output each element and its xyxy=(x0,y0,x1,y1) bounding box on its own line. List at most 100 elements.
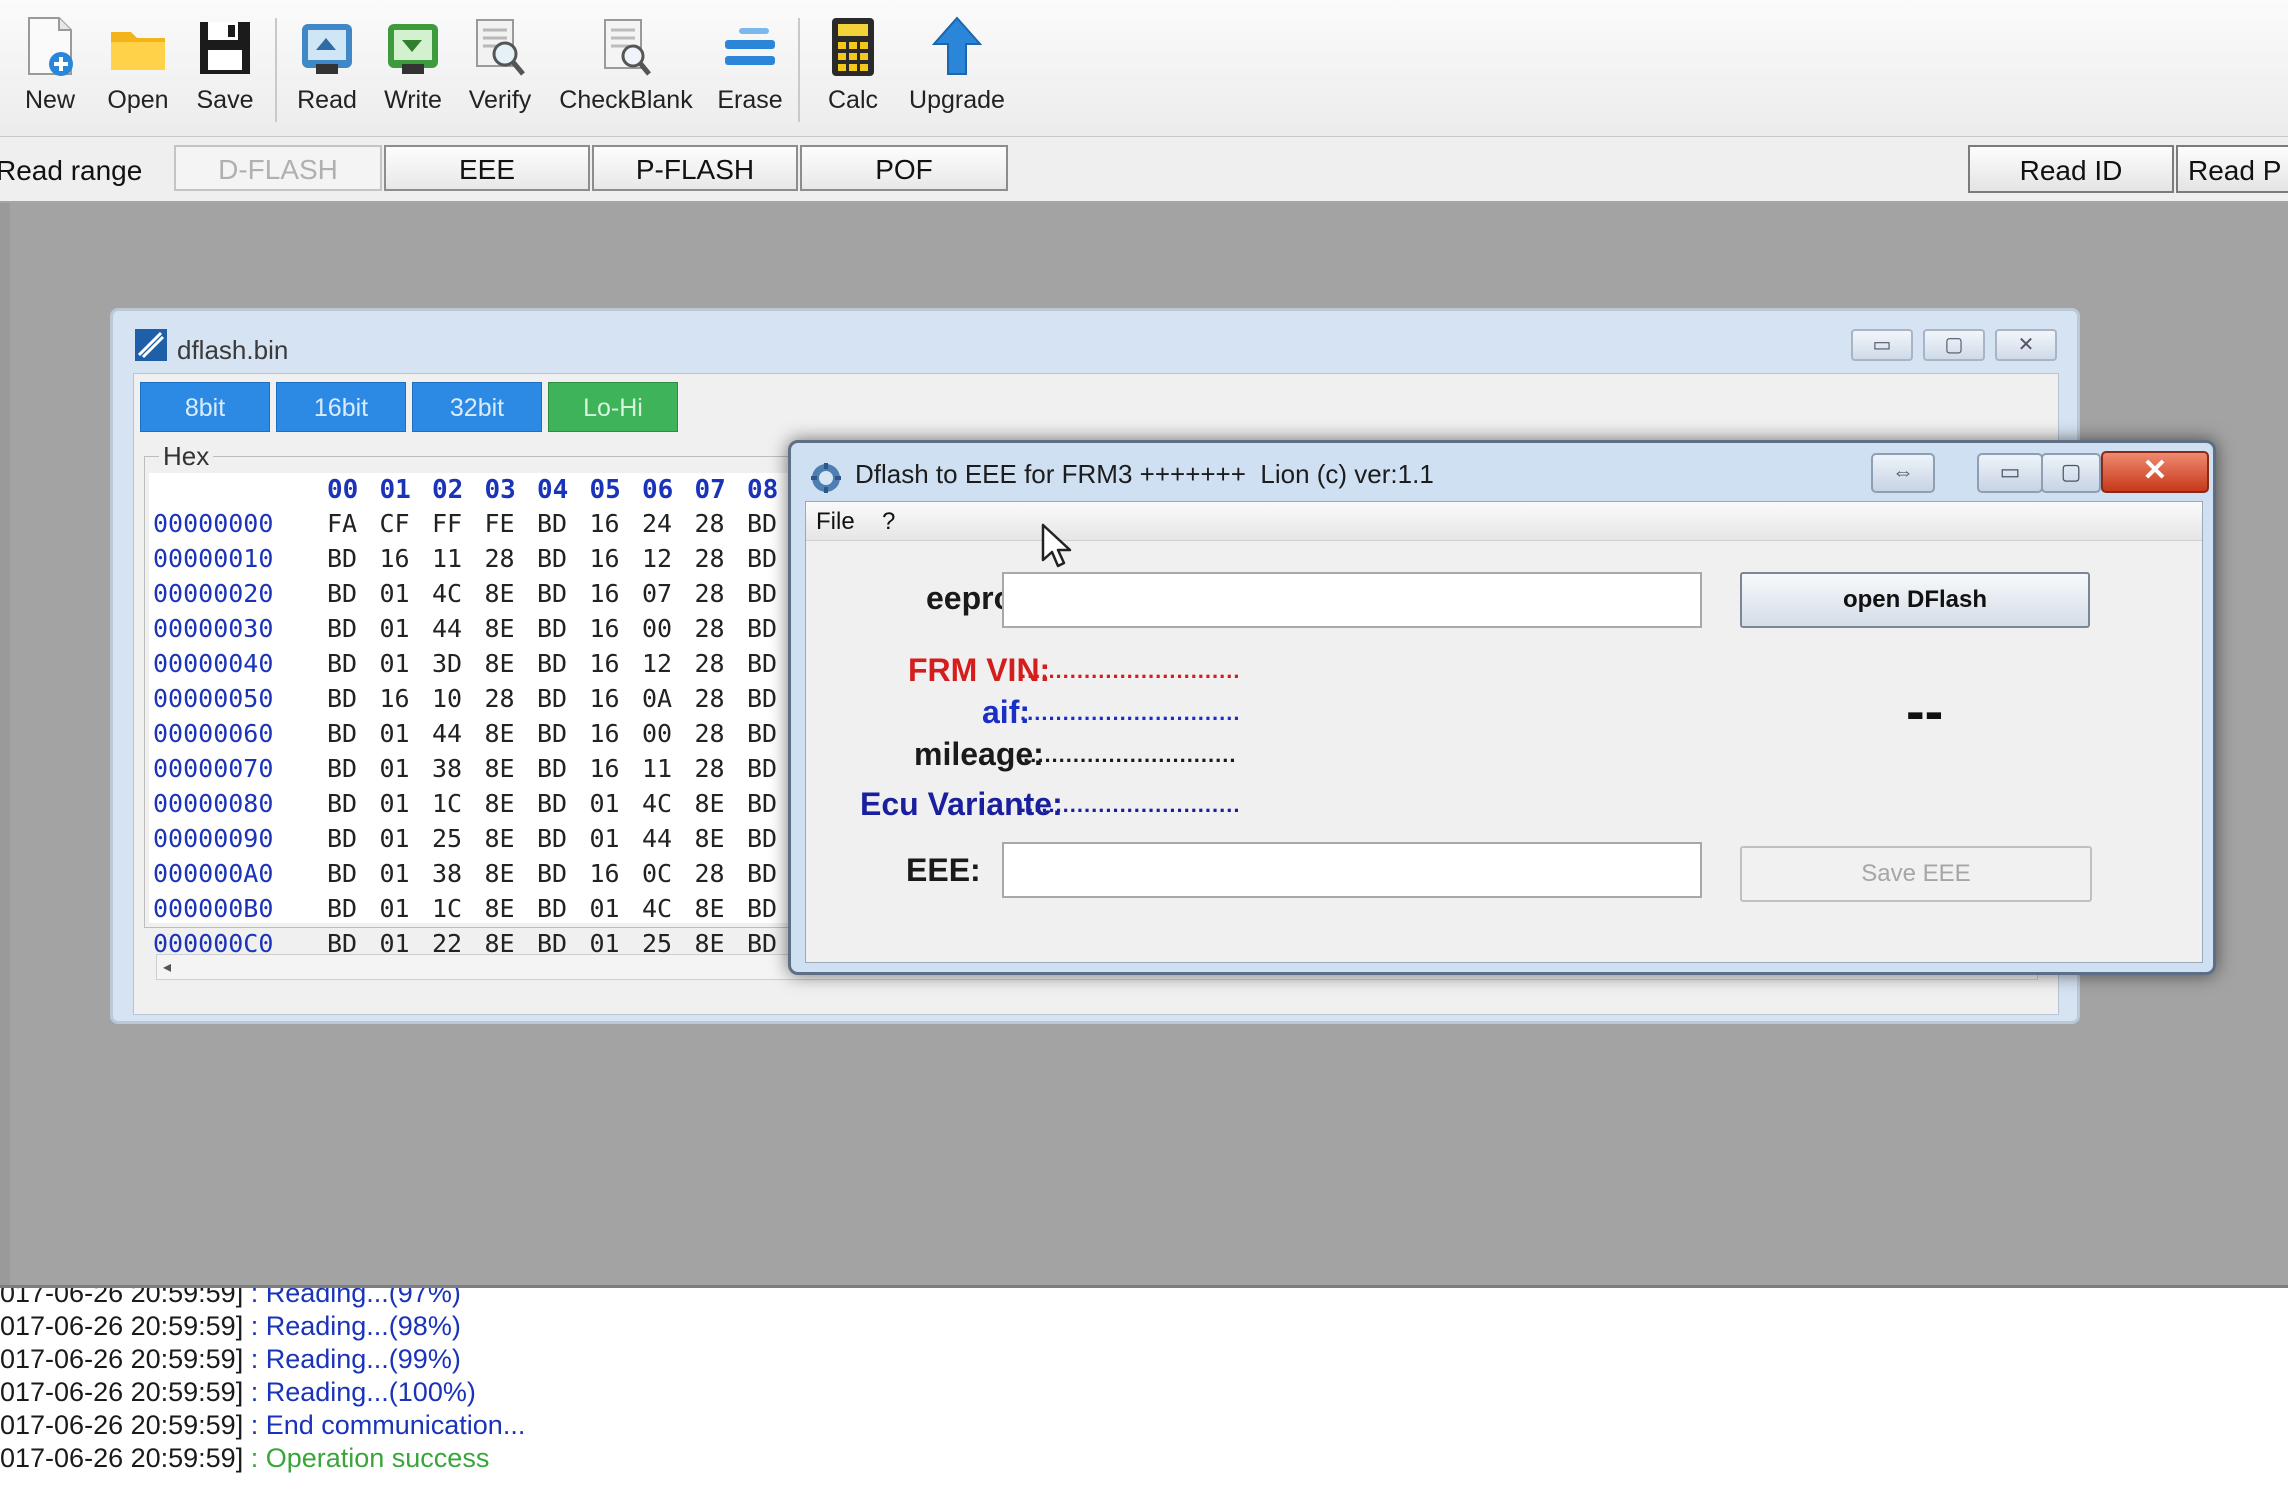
tab-d-flash[interactable]: D-FLASH xyxy=(174,145,382,191)
hex-byte[interactable]: BD xyxy=(537,544,567,573)
hex-byte[interactable]: 4C xyxy=(642,789,672,818)
hex-byte[interactable]: BD xyxy=(747,754,777,783)
upgrade-button[interactable]: Upgrade xyxy=(904,14,1010,126)
hex-byte[interactable]: 11 xyxy=(642,754,672,783)
hex-byte[interactable]: 28 xyxy=(695,754,725,783)
hex-byte[interactable]: 16 xyxy=(380,544,410,573)
tab-eee[interactable]: EEE xyxy=(384,145,590,191)
verify-button[interactable]: Verify xyxy=(460,14,540,126)
hex-byte[interactable]: 16 xyxy=(590,614,620,643)
hex-byte[interactable]: BD xyxy=(537,754,567,783)
checkblank-button[interactable]: CheckBlank xyxy=(556,14,696,126)
open-button[interactable]: Open xyxy=(100,14,176,126)
hex-byte[interactable]: 16 xyxy=(590,754,620,783)
hex-byte[interactable]: BD xyxy=(747,544,777,573)
hex-byte[interactable]: 0C xyxy=(642,859,672,888)
hex-byte[interactable]: 28 xyxy=(485,544,515,573)
erase-button[interactable]: Erase xyxy=(712,14,788,126)
hex-byte[interactable]: BD xyxy=(537,684,567,713)
hex-byte[interactable]: BD xyxy=(327,789,357,818)
hex-byte[interactable]: 28 xyxy=(695,544,725,573)
dflash-to-eee-dialog[interactable]: Dflash to EEE for FRM3 +++++++ Lion (c) … xyxy=(788,440,2216,975)
hex-byte[interactable]: FA xyxy=(327,509,357,538)
hex-byte[interactable]: 12 xyxy=(642,649,672,678)
hex-byte[interactable]: BD xyxy=(537,894,567,923)
hex-byte[interactable]: FF xyxy=(432,509,462,538)
hex-byte[interactable]: BD xyxy=(327,754,357,783)
hex-byte[interactable]: 01 xyxy=(380,789,410,818)
hex-byte[interactable]: 8E xyxy=(485,824,515,853)
hex-byte[interactable]: 8E xyxy=(485,894,515,923)
hex-byte[interactable]: 44 xyxy=(642,824,672,853)
hex-byte[interactable]: 11 xyxy=(432,544,462,573)
hex-byte[interactable]: FE xyxy=(485,509,515,538)
hex-byte[interactable]: 44 xyxy=(432,614,462,643)
hex-byte[interactable]: 38 xyxy=(432,754,462,783)
hex-byte[interactable]: 01 xyxy=(380,614,410,643)
hex-byte[interactable]: 8E xyxy=(695,894,725,923)
hex-byte[interactable]: 8E xyxy=(485,649,515,678)
hex-byte[interactable]: 00 xyxy=(642,614,672,643)
hex-byte[interactable]: 8E xyxy=(695,824,725,853)
hex-byte[interactable]: 4C xyxy=(432,579,462,608)
tab-p-flash[interactable]: P-FLASH xyxy=(592,145,798,191)
hex-byte[interactable]: 12 xyxy=(642,544,672,573)
hex-byte[interactable]: 8E xyxy=(485,719,515,748)
mode-16bit-button[interactable]: 16bit xyxy=(276,382,406,432)
hex-byte[interactable]: 8E xyxy=(485,859,515,888)
hex-byte[interactable]: CF xyxy=(380,509,410,538)
hex-byte[interactable]: BD xyxy=(327,579,357,608)
eeprom-input[interactable] xyxy=(1002,572,1702,628)
hex-byte[interactable]: BD xyxy=(327,614,357,643)
hex-byte[interactable]: BD xyxy=(327,544,357,573)
menu-file[interactable]: File xyxy=(816,508,855,536)
hex-byte[interactable]: BD xyxy=(537,649,567,678)
hex-byte[interactable]: BD xyxy=(747,579,777,608)
hex-byte[interactable]: 25 xyxy=(432,824,462,853)
hex-byte[interactable]: 28 xyxy=(695,509,725,538)
hex-byte[interactable]: 01 xyxy=(380,649,410,678)
hex-byte[interactable]: 00 xyxy=(642,719,672,748)
hex-byte[interactable]: BD xyxy=(747,789,777,818)
restore-button[interactable]: ⇔ xyxy=(1871,453,1935,493)
hex-byte[interactable]: 8E xyxy=(485,579,515,608)
hex-byte[interactable]: BD xyxy=(537,509,567,538)
hex-byte[interactable]: 16 xyxy=(590,859,620,888)
scroll-left-arrow-icon[interactable]: ◂ xyxy=(163,957,171,977)
hex-byte[interactable]: 01 xyxy=(590,789,620,818)
hex-byte[interactable]: 3D xyxy=(432,649,462,678)
hex-byte[interactable]: 1C xyxy=(432,894,462,923)
mode-8bit-button[interactable]: 8bit xyxy=(140,382,270,432)
hex-byte[interactable]: 28 xyxy=(695,684,725,713)
hex-byte[interactable]: 01 xyxy=(380,579,410,608)
hex-byte[interactable]: BD xyxy=(747,649,777,678)
hex-byte[interactable]: 16 xyxy=(590,649,620,678)
eee-input[interactable] xyxy=(1002,842,1702,898)
hex-byte[interactable]: 8E xyxy=(695,789,725,818)
close-button[interactable]: ✕ xyxy=(1995,329,2057,361)
hex-byte[interactable]: 1C xyxy=(432,789,462,818)
hex-byte[interactable]: BD xyxy=(747,719,777,748)
hex-byte[interactable]: BD xyxy=(327,684,357,713)
hex-byte[interactable]: BD xyxy=(327,824,357,853)
hex-byte[interactable]: BD xyxy=(747,684,777,713)
hex-byte[interactable]: 28 xyxy=(485,684,515,713)
hex-byte[interactable]: 8E xyxy=(485,754,515,783)
maximize-button[interactable]: ▢ xyxy=(2041,453,2101,493)
read-partial-button[interactable]: Read P xyxy=(2176,145,2288,193)
hex-byte[interactable]: 07 xyxy=(642,579,672,608)
save-eee-button[interactable]: Save EEE xyxy=(1740,846,2092,902)
hex-byte[interactable]: BD xyxy=(537,719,567,748)
hex-byte[interactable]: BD xyxy=(747,509,777,538)
mode-lo-hi-button[interactable]: Lo-Hi xyxy=(548,382,678,432)
hex-byte[interactable]: BD xyxy=(747,894,777,923)
save-button[interactable]: Save xyxy=(190,14,260,126)
hex-byte[interactable]: 16 xyxy=(590,544,620,573)
hex-byte[interactable]: 01 xyxy=(380,824,410,853)
hex-byte[interactable]: 8E xyxy=(485,614,515,643)
hex-byte[interactable]: BD xyxy=(537,579,567,608)
hex-byte[interactable]: 16 xyxy=(590,719,620,748)
calc-button[interactable]: Calc xyxy=(816,14,890,126)
hex-byte[interactable]: 10 xyxy=(432,684,462,713)
hex-byte[interactable]: 16 xyxy=(590,579,620,608)
